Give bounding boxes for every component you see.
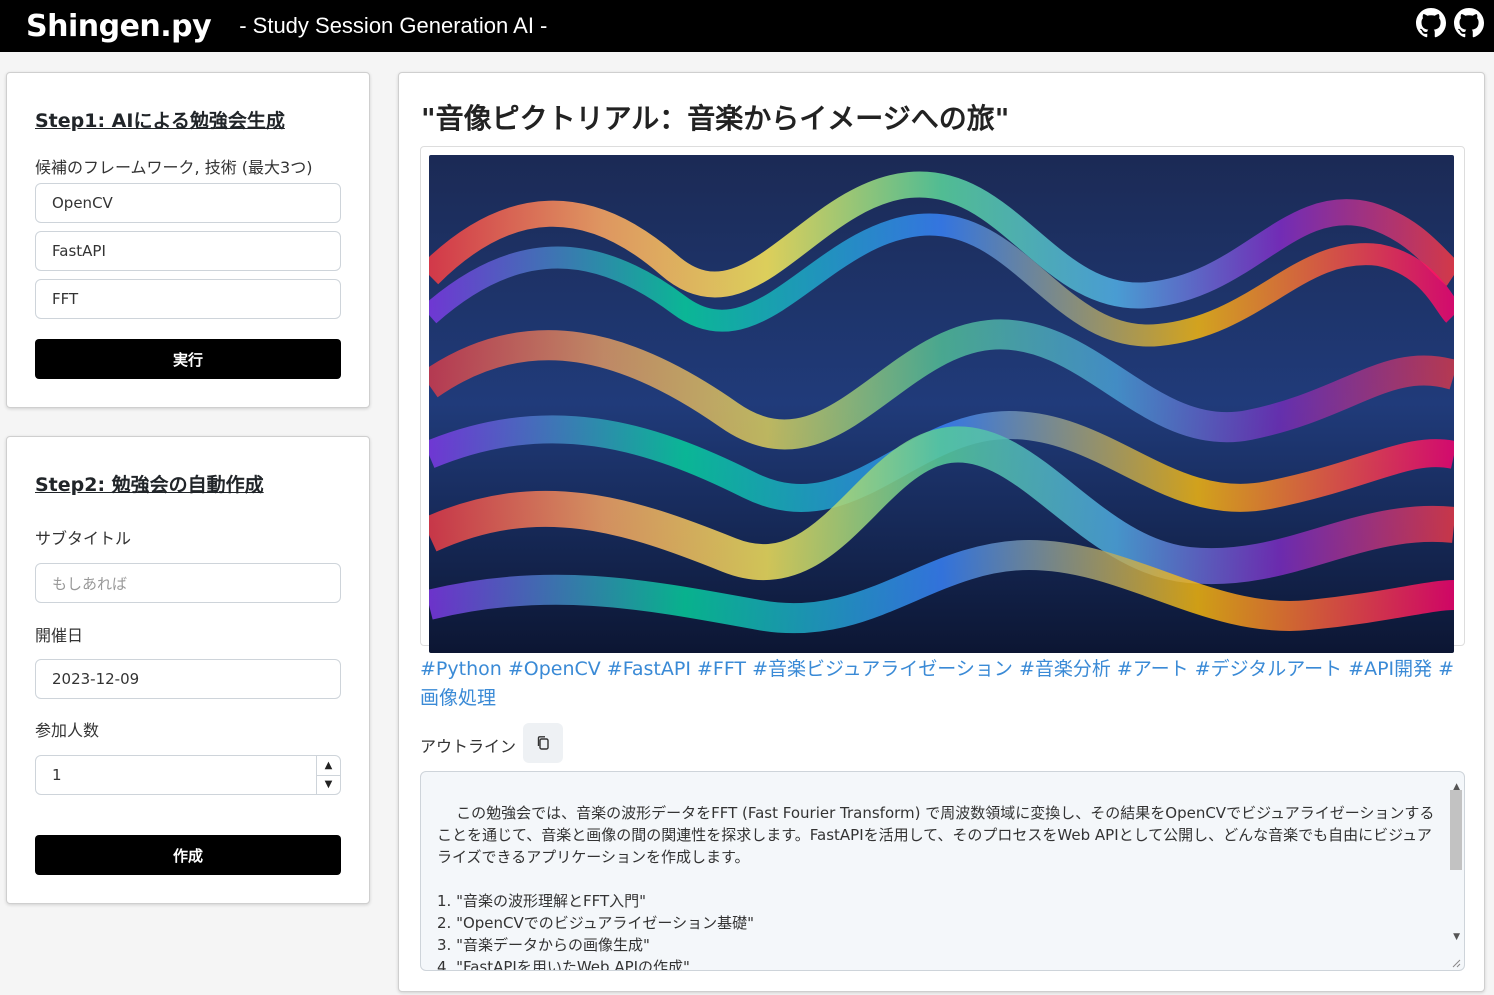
top-bar: Shingen.py - Study Session Generation AI… <box>0 0 1494 52</box>
subtitle-label: サブタイトル <box>35 529 132 548</box>
result-panel: "音像ピクトリアル：音楽からイメージへの旅" #Python #OpenCV #… <box>398 72 1485 992</box>
run-button[interactable]: 実行 <box>35 339 341 379</box>
participants-value: 1 <box>52 766 62 784</box>
outline-label: アウトライン <box>420 737 517 756</box>
hashtag-list[interactable]: #Python #OpenCV #FastAPI #FFT #音楽ビジュアライゼ… <box>420 655 1470 713</box>
step2-card: Step2: 勉強会の自動作成 サブタイトル もしあれば 開催日 2023-12… <box>6 436 370 904</box>
framework-label: 候補のフレームワーク, 技術 (最大3つ) <box>35 158 313 177</box>
hero-image-frame <box>420 146 1465 653</box>
hero-image <box>429 155 1454 653</box>
date-label: 開催日 <box>35 626 84 645</box>
copy-button[interactable] <box>523 723 563 763</box>
github-icon[interactable] <box>1454 8 1484 38</box>
outline-textarea[interactable]: この勉強会では、音楽の波形データをFFT (Fast Fourier Trans… <box>420 771 1465 971</box>
resize-grip-icon[interactable] <box>1451 958 1461 968</box>
step2-title: Step2: 勉強会の自動作成 <box>35 474 264 496</box>
github-icon[interactable] <box>1416 8 1446 38</box>
participants-label: 参加人数 <box>35 721 100 740</box>
step1-card: Step1: AIによる勉強会生成 候補のフレームワーク, 技術 (最大3つ) … <box>6 72 370 408</box>
framework-input-2[interactable]: FastAPI <box>35 231 341 271</box>
subtitle-input[interactable]: もしあれば <box>35 563 341 603</box>
scrollbar-thumb[interactable] <box>1450 790 1462 870</box>
increment-icon[interactable]: ▲ <box>317 756 340 776</box>
decrement-icon[interactable]: ▼ <box>317 776 340 795</box>
brand-title[interactable]: Shingen.py <box>26 9 212 44</box>
copy-icon <box>537 736 549 750</box>
step1-title: Step1: AIによる勉強会生成 <box>35 110 285 132</box>
scroll-down-icon[interactable]: ▼ <box>1453 926 1460 948</box>
brand-tagline: - Study Session Generation AI - <box>239 13 548 38</box>
create-button[interactable]: 作成 <box>35 835 341 875</box>
outline-text: この勉強会では、音楽の波形データをFFT (Fast Fourier Trans… <box>437 804 1435 971</box>
framework-input-1[interactable]: OpenCV <box>35 183 341 223</box>
stepper-controls: ▲ ▼ <box>316 756 340 794</box>
participants-stepper[interactable]: 1 ▲ ▼ <box>35 755 341 795</box>
framework-input-3[interactable]: FFT <box>35 279 341 319</box>
date-input[interactable]: 2023-12-09 <box>35 659 341 699</box>
session-title: "音像ピクトリアル：音楽からイメージへの旅" <box>421 102 1010 135</box>
